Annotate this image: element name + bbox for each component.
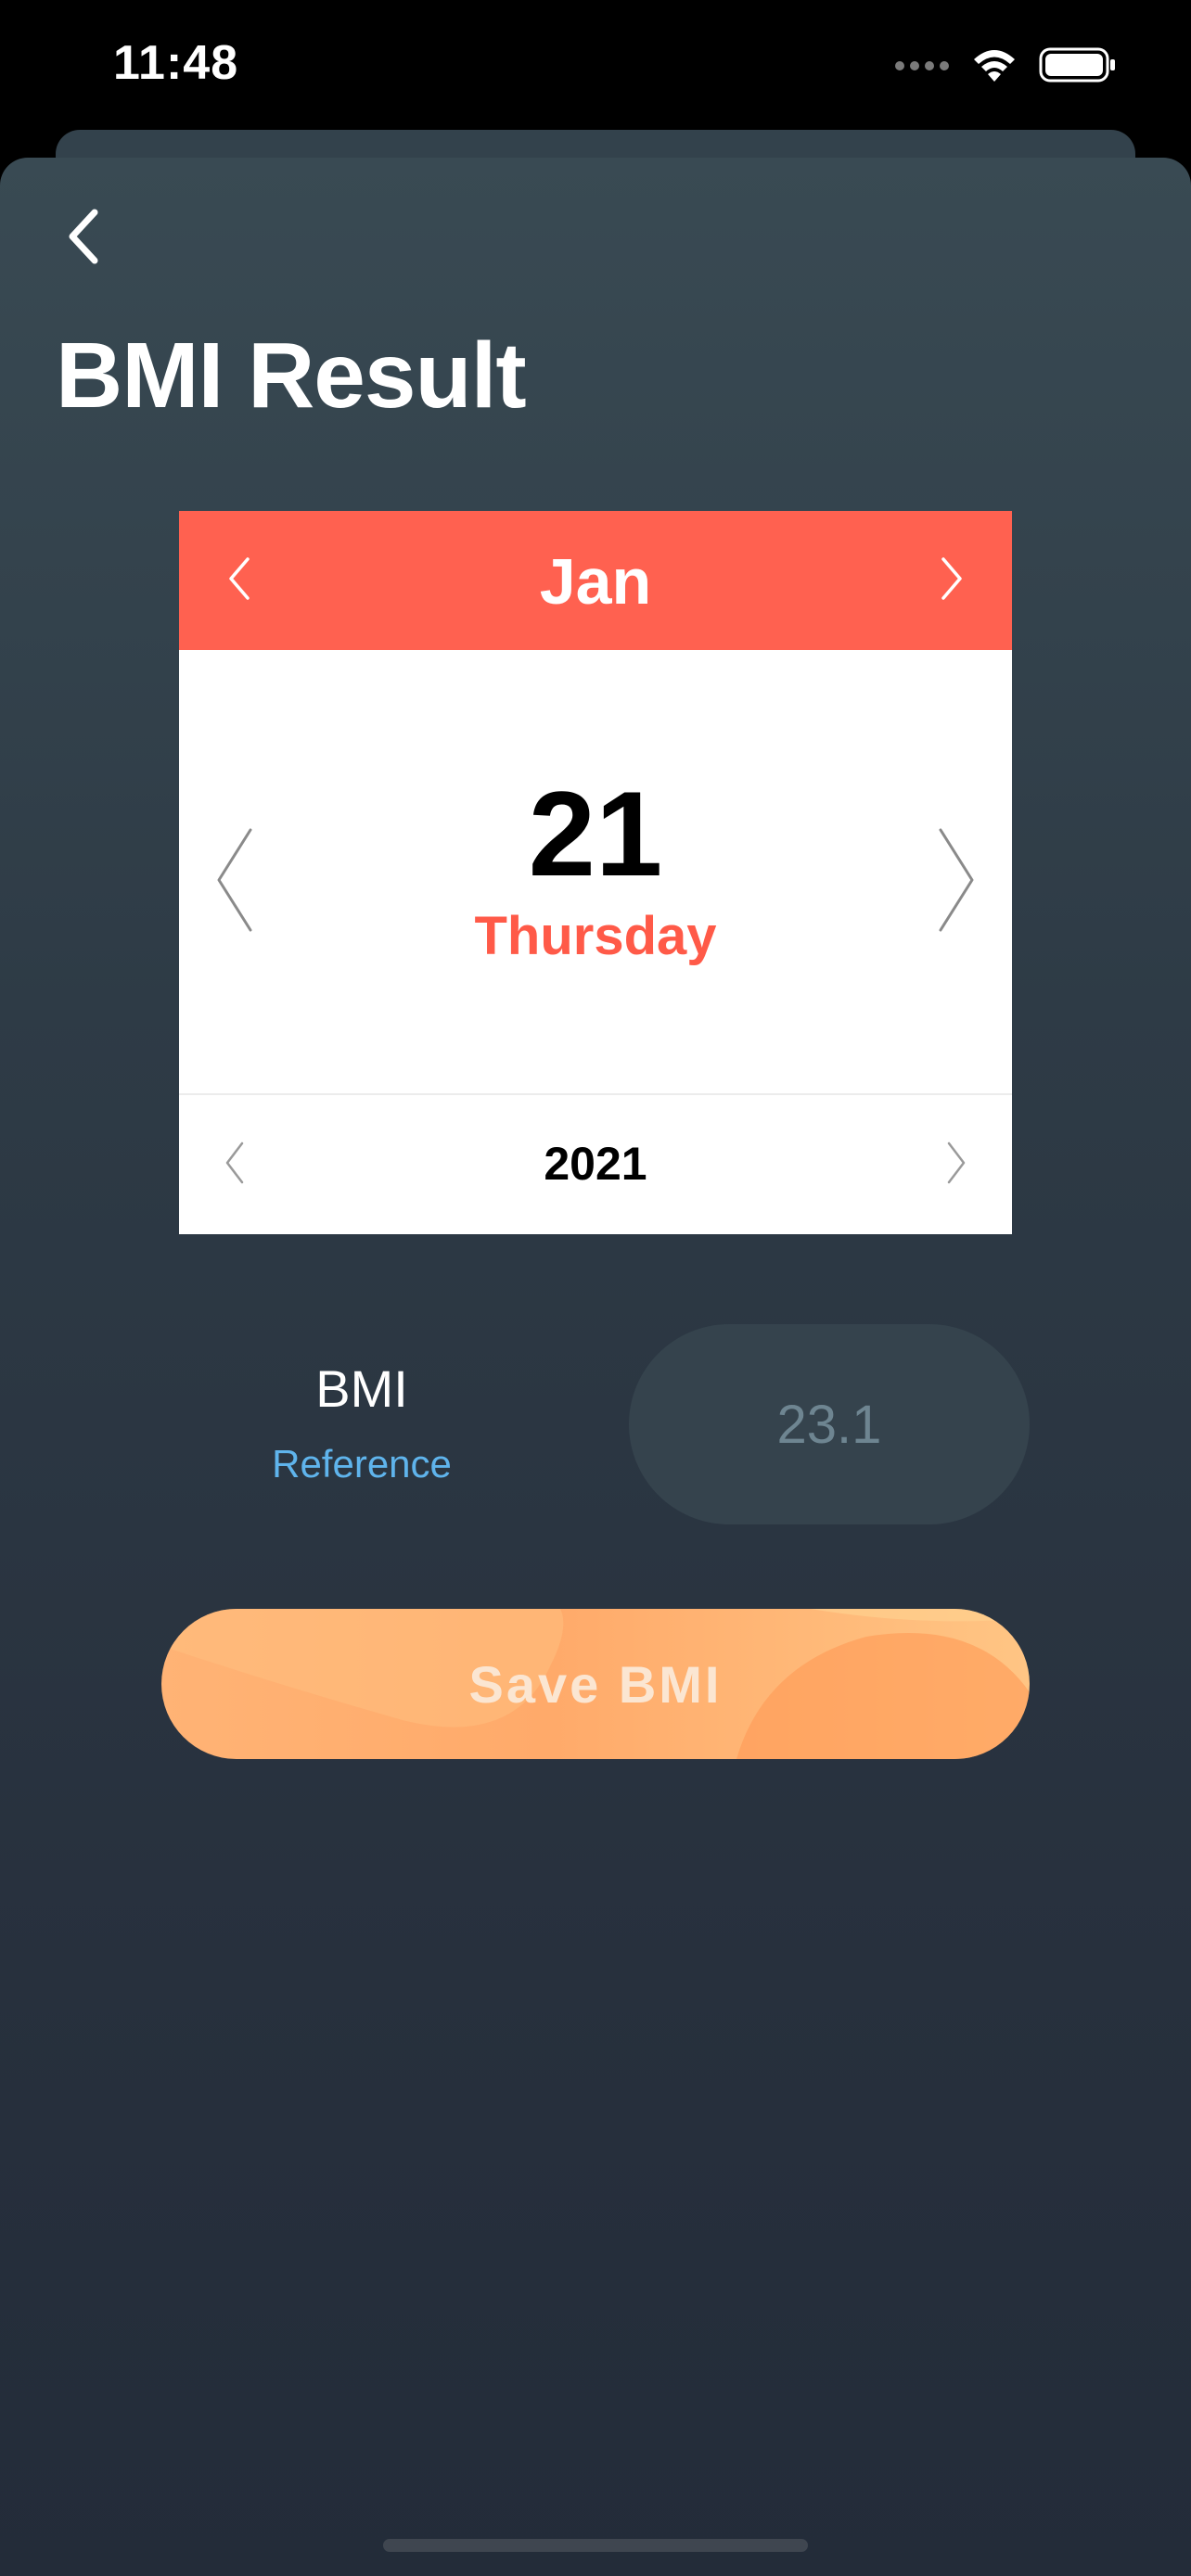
status-time: 11:48: [113, 36, 239, 90]
screen: 11:48 BMI Result Jan 21 Thursday 2021 BM…: [0, 0, 1191, 2576]
save-bmi-label: Save BMI: [468, 1654, 723, 1714]
next-month-button[interactable]: [919, 548, 984, 613]
next-day-button[interactable]: [919, 817, 993, 947]
chevron-right-icon: [933, 824, 980, 940]
page-title: BMI Result: [56, 324, 527, 427]
bmi-value-field: 23.1: [629, 1324, 1030, 1524]
signal-icon: [894, 59, 950, 76]
next-year-button[interactable]: [928, 1132, 984, 1197]
calendar-month-header: Jan: [179, 511, 1012, 650]
calendar-month: Jan: [539, 545, 652, 618]
calendar-day: 21: [528, 766, 663, 901]
save-bmi-button[interactable]: Save BMI: [161, 1609, 1030, 1759]
home-indicator: [383, 2539, 808, 2552]
bmi-label: BMI: [315, 1359, 408, 1418]
chevron-right-icon: [938, 555, 966, 606]
wifi-icon: [970, 46, 1018, 88]
calendar-year: 2021: [544, 1138, 647, 1190]
calendar-weekday: Thursday: [474, 906, 717, 966]
bmi-reference-link[interactable]: Reference: [223, 1442, 501, 1486]
status-icons: [894, 46, 1117, 88]
calendar-divider: [179, 1093, 1012, 1095]
back-button[interactable]: [56, 206, 111, 271]
chevron-right-icon: [943, 1140, 969, 1191]
chevron-left-icon: [65, 209, 102, 269]
date-picker-card: Jan 21 Thursday 2021: [179, 511, 1012, 1234]
status-bar: 11:48: [0, 0, 1191, 139]
bmi-value: 23.1: [776, 1394, 882, 1455]
battery-icon: [1039, 46, 1117, 88]
